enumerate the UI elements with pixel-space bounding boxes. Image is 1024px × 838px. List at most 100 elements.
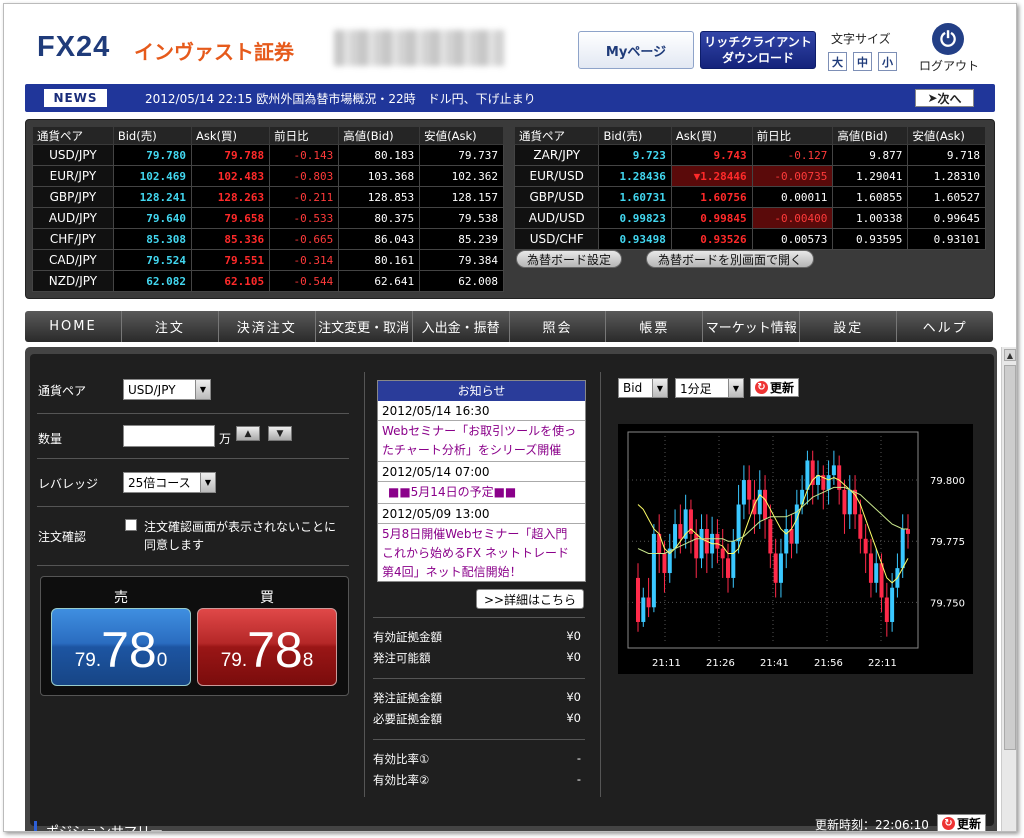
- rate-bid[interactable]: 128.241: [112, 186, 192, 208]
- footer-refresh-button[interactable]: ↻ 更新: [937, 814, 986, 831]
- col-ask: Ask(買): [190, 126, 271, 145]
- rate-ask[interactable]: 0.99845: [670, 207, 753, 229]
- position-summary-title[interactable]: ポジションサマリー: [46, 821, 163, 831]
- x-tick-label: 21:56: [814, 658, 843, 669]
- rate-row[interactable]: USD/CHF 0.93498 0.93526 0.00573 0.93595 0.931…: [513, 228, 986, 250]
- margin-row: 有効比率① -: [373, 751, 581, 767]
- menu-market-info[interactable]: マーケット情報: [703, 311, 801, 342]
- rate-bid[interactable]: 79.640: [112, 207, 192, 229]
- buy-button[interactable]: 79. 78 8: [197, 608, 337, 686]
- rate-ask[interactable]: 79.658: [190, 207, 271, 229]
- rate-bid[interactable]: 1.28436: [598, 165, 672, 187]
- rate-ask[interactable]: 102.483: [190, 165, 271, 187]
- notice-date: 2012/05/14 16:30: [378, 401, 585, 421]
- menu-home[interactable]: HOME: [25, 311, 122, 342]
- rate-row[interactable]: GBP/USD 1.60731 1.60756 0.00011 1.60855 1.605…: [513, 186, 986, 208]
- notice-link[interactable]: 5月8日開催Webセミナー「超入門 これから始めるFX ネットトレード 第4回」…: [378, 524, 585, 583]
- notice-link[interactable]: ■■5月14日の予定■■: [378, 482, 585, 504]
- rate-bid[interactable]: 0.93498: [598, 228, 672, 250]
- pair-select[interactable]: USD/JPY ▼: [123, 379, 211, 400]
- qty-input[interactable]: [123, 425, 215, 447]
- margin-row: 発注証拠金額 ¥0: [373, 690, 581, 706]
- divider: [373, 678, 585, 679]
- rate-ask[interactable]: 79.788: [190, 144, 271, 166]
- leverage-select[interactable]: 25倍コース ▼: [123, 472, 216, 493]
- rate-ask[interactable]: 85.336: [190, 228, 271, 250]
- rate-ask[interactable]: 0.93526: [670, 228, 753, 250]
- menu-deposit-transfer[interactable]: 入出金・振替: [413, 311, 510, 342]
- notice-detail-button[interactable]: >>詳細はこちら: [476, 589, 584, 609]
- rate-ask[interactable]: 79.551: [190, 249, 271, 271]
- rich-client-download-button[interactable]: リッチクライアント ダウンロード: [700, 31, 816, 69]
- menu-help[interactable]: ヘルプ: [897, 311, 993, 342]
- chart-refresh-button[interactable]: ↻ 更新: [750, 378, 799, 397]
- rate-bid[interactable]: 102.469: [112, 165, 192, 187]
- x-tick-label: 22:11: [868, 658, 897, 669]
- rate-ask[interactable]: 1.60756: [670, 186, 753, 208]
- rate-row[interactable]: ZAR/JPY 9.723 9.743 -0.127 9.877 9.718: [513, 144, 986, 166]
- qty-down-button[interactable]: ▼: [268, 426, 292, 441]
- rate-bid[interactable]: 9.723: [598, 144, 672, 166]
- rate-row[interactable]: NZD/JPY 62.082 62.105 -0.544 62.641 62.008: [32, 270, 504, 292]
- rate-row[interactable]: CAD/JPY 79.524 79.551 -0.314 80.161 79.384: [32, 249, 504, 271]
- news-bar: NEWS 2012/05/14 22:15 欧州外国為替市場概況・22時 ドル円…: [25, 84, 995, 112]
- logout-link[interactable]: ログアウト: [919, 57, 979, 74]
- rate-row[interactable]: AUD/USD 0.99823 0.99845 -0.00400 1.00338 0.99…: [513, 207, 986, 229]
- scrollbar-thumb[interactable]: [1004, 365, 1016, 750]
- timeframe-select[interactable]: 1分足 ▼: [675, 378, 744, 398]
- sell-button[interactable]: 79. 78 0: [51, 608, 191, 686]
- rate-bid[interactable]: 79.780: [112, 144, 192, 166]
- qty-up-button[interactable]: ▲: [236, 426, 260, 441]
- notice-date: 2012/05/14 07:00: [378, 462, 585, 482]
- rate-bid[interactable]: 62.082: [112, 270, 192, 292]
- menu-order[interactable]: 注文: [122, 311, 219, 342]
- rate-row[interactable]: GBP/JPY 128.241 128.263 -0.211 128.853 128.15…: [32, 186, 504, 208]
- power-icon[interactable]: ⏻: [932, 23, 964, 55]
- notice-link[interactable]: Webセミナー「お取引ツールを使ったチャート分析」をシリーズ開催: [378, 421, 585, 462]
- rate-row[interactable]: EUR/JPY 102.469 102.483 -0.803 103.368 102.36…: [32, 165, 504, 187]
- rate-row[interactable]: USD/JPY 79.780 79.788 -0.143 80.183 79.737: [32, 144, 504, 166]
- rate-bid[interactable]: 0.99823: [598, 207, 672, 229]
- notice-box: お知らせ 2012/05/14 16:30 Webセミナー「お取引ツールを使った…: [377, 380, 586, 582]
- rate-change: -0.127: [751, 144, 834, 166]
- font-size-large-button[interactable]: 大: [828, 52, 847, 71]
- menu-modify-cancel[interactable]: 注文変更・取消: [316, 311, 413, 342]
- candle-body: [731, 541, 736, 578]
- rate-bid[interactable]: 1.60731: [598, 186, 672, 208]
- rate-pair: USD/CHF: [513, 228, 600, 250]
- news-next-button[interactable]: ➤ 次へ: [915, 89, 974, 107]
- y-tick-label: 79.750: [930, 598, 965, 609]
- margin-value: ¥0: [566, 629, 581, 643]
- rate-bid[interactable]: 85.308: [112, 228, 192, 250]
- rate-ask[interactable]: 62.105: [190, 270, 271, 292]
- scroll-up-icon[interactable]: ▲: [1004, 349, 1016, 361]
- board-settings-button[interactable]: 為替ボード設定: [516, 250, 622, 268]
- news-headline[interactable]: 2012/05/14 22:15 欧州外国為替市場概況・22時 ドル円、下げ止ま…: [145, 90, 536, 107]
- open-board-window-button[interactable]: 為替ボードを別画面で開く: [646, 250, 814, 268]
- rate-ask[interactable]: 9.743: [670, 144, 753, 166]
- candlestick-chart[interactable]: 79.800 79.775 79.750 21:11 21:26 21:41 21:56 22…: [618, 424, 973, 674]
- divider: [37, 565, 349, 566]
- rate-ask[interactable]: ▼1.28446: [670, 165, 753, 187]
- menu-settings[interactable]: 設定: [800, 311, 898, 342]
- y-tick-label: 79.800: [930, 476, 965, 487]
- confirm-checkbox[interactable]: [125, 519, 137, 531]
- font-size-small-button[interactable]: 小: [878, 52, 897, 71]
- menu-settle-order[interactable]: 決済注文: [219, 311, 316, 342]
- menu-reports[interactable]: 帳票: [606, 311, 704, 342]
- rate-ask[interactable]: 128.263: [190, 186, 271, 208]
- rate-row[interactable]: CHF/JPY 85.308 85.336 -0.665 86.043 85.239: [32, 228, 504, 250]
- margin-value: -: [576, 751, 581, 765]
- rate-high: 80.183: [338, 144, 421, 166]
- x-tick-label: 21:26: [706, 658, 735, 669]
- rate-row[interactable]: EUR/USD 1.28436 ▼1.28446 -0.00735 1.29041 1.2…: [513, 165, 986, 187]
- candle-body: [847, 489, 852, 515]
- font-size-medium-button[interactable]: 中: [853, 52, 872, 71]
- rate-bid[interactable]: 79.524: [112, 249, 192, 271]
- divider: [373, 739, 585, 740]
- rate-row[interactable]: AUD/JPY 79.640 79.658 -0.533 80.375 79.538: [32, 207, 504, 229]
- price-type-select[interactable]: Bid ▼: [618, 378, 668, 398]
- menu-inquiry[interactable]: 照会: [510, 311, 607, 342]
- mypage-button[interactable]: Myページ: [578, 31, 694, 69]
- scrollbar[interactable]: ▲: [1001, 347, 1016, 831]
